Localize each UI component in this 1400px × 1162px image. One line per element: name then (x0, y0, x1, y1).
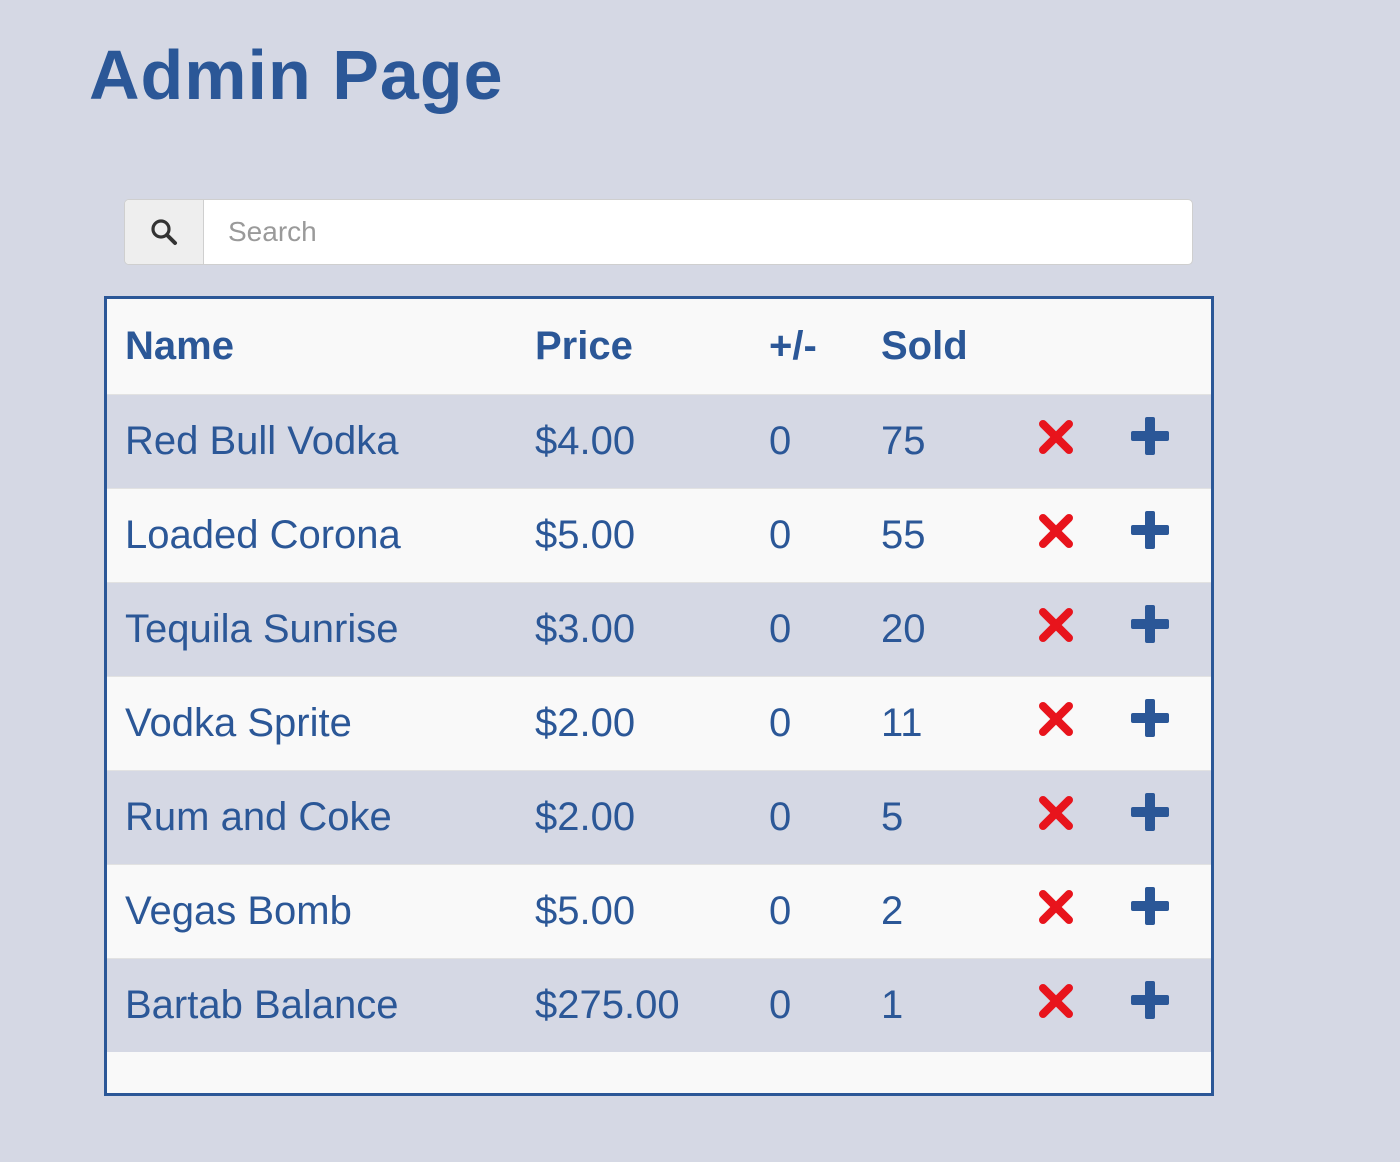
add-cell (1130, 770, 1211, 864)
close-icon[interactable] (1038, 419, 1074, 465)
delete-cell (1038, 582, 1130, 676)
plus-icon[interactable] (1130, 792, 1170, 842)
plus-icon[interactable] (1130, 980, 1170, 1030)
add-cell (1130, 488, 1211, 582)
close-icon[interactable] (1038, 513, 1074, 559)
item-name: Red Bull Vodka (125, 418, 399, 463)
plus-icon[interactable] (1130, 510, 1170, 560)
item-delta: 0 (769, 418, 792, 463)
item-delta: 0 (769, 982, 792, 1027)
item-name: Rum and Coke (125, 794, 392, 839)
item-delta: 0 (769, 512, 792, 557)
search-input[interactable] (204, 200, 1192, 264)
item-sold: 75 (881, 418, 926, 463)
item-name: Bartab Balance (125, 982, 399, 1027)
item-name: Loaded Corona (125, 512, 401, 557)
item-delta: 0 (769, 606, 792, 651)
delete-cell (1038, 770, 1130, 864)
plus-icon[interactable] (1130, 416, 1170, 466)
table-header-row: Name Price +/- Sold (107, 299, 1211, 394)
item-delta: 0 (769, 794, 792, 839)
item-sold: 20 (881, 606, 926, 651)
item-name: Vodka Sprite (125, 700, 352, 745)
plus-icon[interactable] (1130, 604, 1170, 654)
table-row: Rum and Coke $2.00 0 5 (107, 770, 1211, 864)
close-icon[interactable] (1038, 889, 1074, 935)
item-price: $5.00 (535, 888, 636, 933)
plus-icon[interactable] (1130, 886, 1170, 936)
item-price: $5.00 (535, 512, 636, 557)
delete-cell (1038, 394, 1130, 488)
page-title: Admin Page (89, 36, 504, 114)
close-icon[interactable] (1038, 795, 1074, 841)
item-name: Vegas Bomb (125, 888, 352, 933)
item-price: $3.00 (535, 606, 636, 651)
plus-icon[interactable] (1130, 698, 1170, 748)
add-cell (1130, 394, 1211, 488)
table-row: Red Bull Vodka $4.00 0 75 (107, 394, 1211, 488)
table-row: Loaded Corona $5.00 0 55 (107, 488, 1211, 582)
item-price: $4.00 (535, 418, 636, 463)
add-cell (1130, 958, 1211, 1052)
delete-cell (1038, 958, 1130, 1052)
item-sold: 1 (881, 982, 904, 1027)
delete-cell (1038, 864, 1130, 958)
search-bar (124, 199, 1193, 265)
table-row: Tequila Sunrise $3.00 0 20 (107, 582, 1211, 676)
close-icon[interactable] (1038, 607, 1074, 653)
column-header-delta: +/- (769, 323, 817, 368)
items-table: Name Price +/- Sold Red Bull Vodka $4.00… (107, 299, 1211, 1052)
add-cell (1130, 582, 1211, 676)
table-row: Bartab Balance $275.00 0 1 (107, 958, 1211, 1052)
item-price: $2.00 (535, 700, 636, 745)
close-icon[interactable] (1038, 983, 1074, 1029)
table-body: Red Bull Vodka $4.00 0 75 Loaded Corona … (107, 394, 1211, 1052)
item-price: $275.00 (535, 982, 680, 1027)
items-table-container: Name Price +/- Sold Red Bull Vodka $4.00… (104, 296, 1214, 1096)
table-row: Vodka Sprite $2.00 0 11 (107, 676, 1211, 770)
column-header-sold: Sold (881, 323, 968, 368)
delete-cell (1038, 676, 1130, 770)
column-header-delete (1038, 299, 1130, 394)
delete-cell (1038, 488, 1130, 582)
item-delta: 0 (769, 888, 792, 933)
add-cell (1130, 864, 1211, 958)
close-icon[interactable] (1038, 701, 1074, 747)
item-price: $2.00 (535, 794, 636, 839)
column-header-price: Price (535, 323, 633, 368)
item-sold: 11 (881, 700, 923, 745)
item-delta: 0 (769, 700, 792, 745)
item-sold: 55 (881, 512, 926, 557)
search-icon[interactable] (125, 200, 204, 264)
item-name: Tequila Sunrise (125, 606, 399, 651)
add-cell (1130, 676, 1211, 770)
item-sold: 5 (881, 794, 904, 839)
table-row: Vegas Bomb $5.00 0 2 (107, 864, 1211, 958)
column-header-add (1130, 299, 1211, 394)
item-sold: 2 (881, 888, 904, 933)
column-header-name: Name (125, 323, 234, 368)
